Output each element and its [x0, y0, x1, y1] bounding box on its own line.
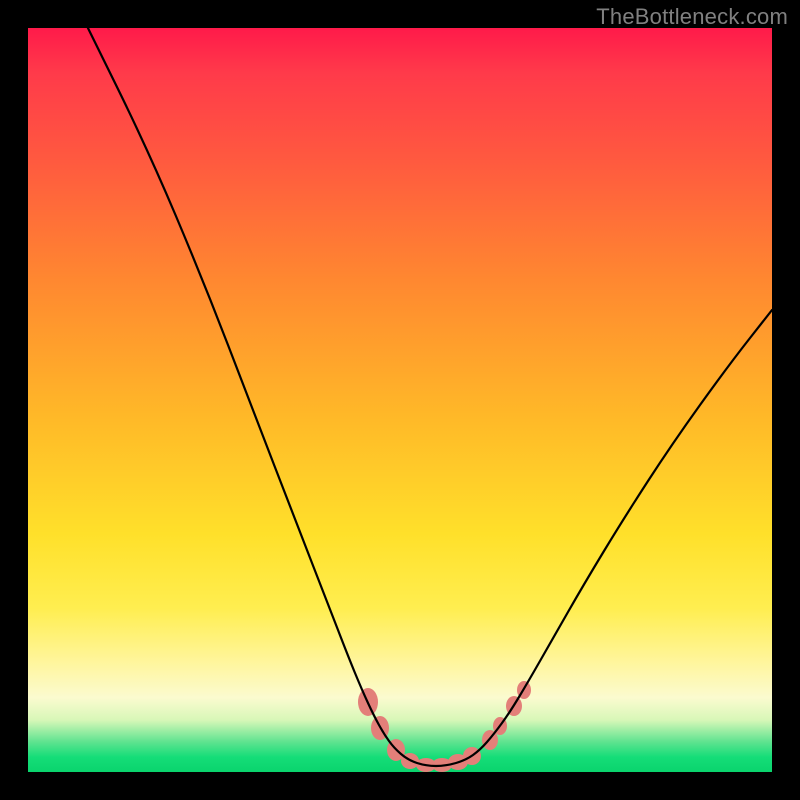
markers-group — [358, 681, 531, 772]
chart-frame: TheBottleneck.com — [0, 0, 800, 800]
bottleneck-curve — [84, 28, 772, 766]
bottleneck-chart — [28, 28, 772, 772]
watermark-text: TheBottleneck.com — [596, 4, 788, 30]
plot-area — [28, 28, 772, 772]
